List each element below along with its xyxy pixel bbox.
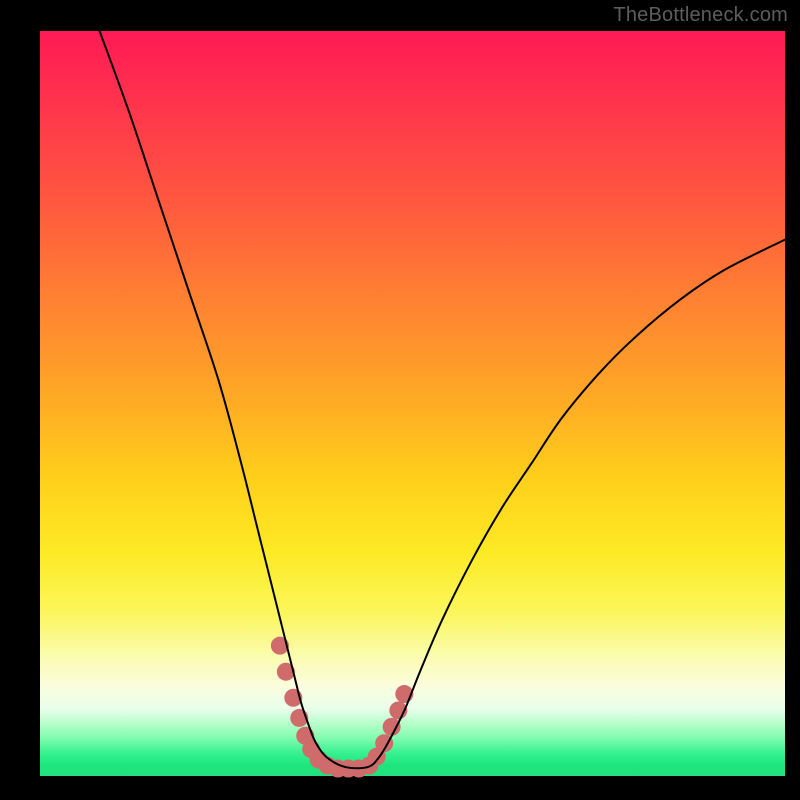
- marker-group: [271, 637, 413, 778]
- bottleneck-curve: [100, 31, 785, 768]
- curve-marker: [383, 718, 401, 736]
- plot-area: [40, 31, 785, 776]
- watermark-text: TheBottleneck.com: [613, 4, 788, 27]
- curve-layer: [40, 31, 785, 776]
- chart-frame: TheBottleneck.com: [0, 0, 800, 800]
